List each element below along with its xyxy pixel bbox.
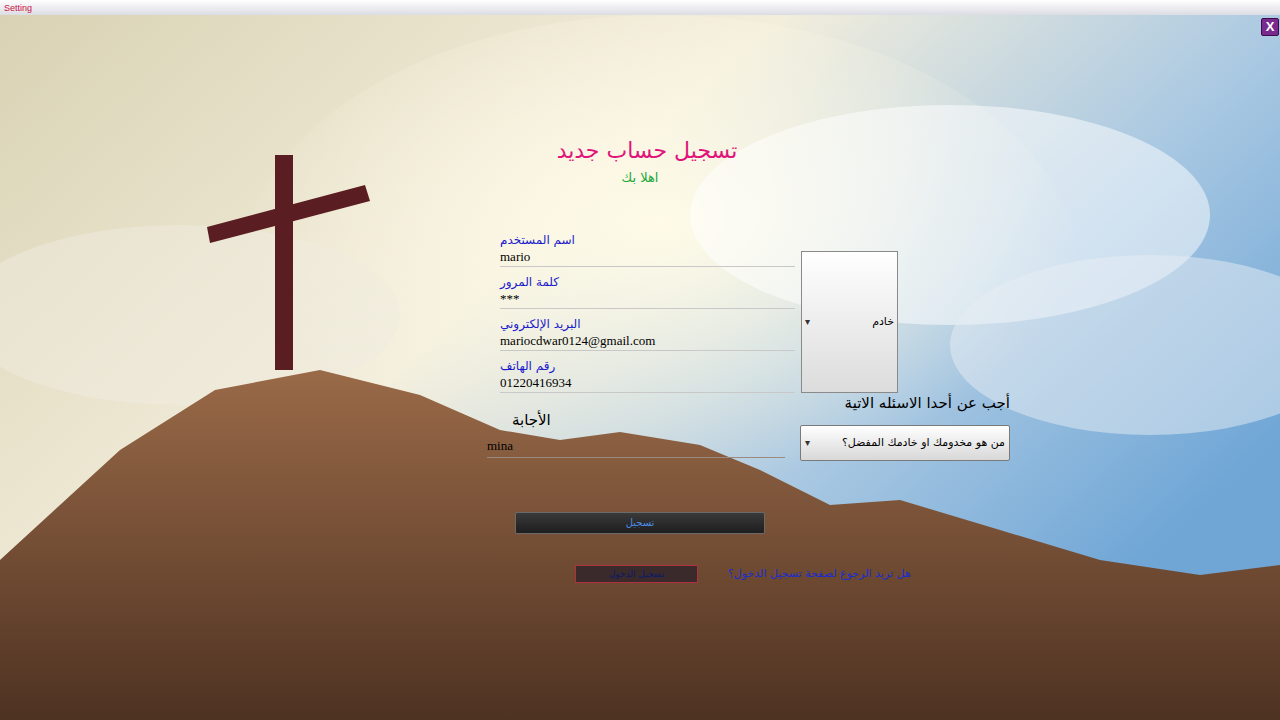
field-label: اسم المستخدم (500, 232, 795, 248)
dropdown-arrow-icon: ▾ (805, 316, 810, 328)
dropdown-arrow-icon: ▾ (805, 437, 810, 449)
field-label: البريد الإلكتروني (500, 316, 795, 332)
field-input[interactable]: mariocdwar0124@gmail.com (500, 332, 795, 351)
close-label: X (1266, 20, 1275, 34)
window-title: Setting (4, 3, 32, 13)
question-row: الأجابة mina أجب عن أحدا الاسئله الاتية … (487, 393, 1280, 461)
field-value: mario (500, 249, 530, 265)
question-prompt: أجب عن أحدا الاسئله الاتية (800, 393, 1010, 413)
field-input[interactable]: 01220416934 (500, 374, 795, 393)
form-title: تسجيل حساب جديد (0, 137, 1280, 165)
field-input[interactable]: mario (500, 248, 795, 267)
answer-field[interactable]: mina (487, 434, 785, 458)
field-value: 01220416934 (500, 375, 572, 391)
login-label: تسجيل الدخول (609, 568, 664, 580)
field-label: كلمة المرور (500, 274, 795, 290)
title-bar: Setting (0, 0, 1280, 15)
background-photo (0, 15, 1280, 720)
role-value: خادم (872, 315, 894, 329)
back-to-login-link[interactable]: هل تريد الرجوع لصفحة تسجيل الدخول؟ (728, 567, 911, 581)
answer-column: الأجابة mina (487, 393, 785, 461)
question-value: من هو مخدومك او خادمك المفضل؟ (842, 436, 1005, 450)
role-dropdown[interactable]: ▾ خادم (801, 251, 898, 393)
main-area: X تسجيل حساب جديد اهلا بك اسم المستخدمma… (0, 15, 1280, 720)
form-field: رقم الهاتف01220416934 (500, 358, 795, 393)
field-input[interactable]: *** (500, 290, 795, 309)
field-label: رقم الهاتف (500, 358, 795, 374)
register-form: تسجيل حساب جديد اهلا بك اسم المستخدمmari… (0, 15, 1280, 583)
close-button[interactable]: X (1261, 18, 1279, 36)
field-value: mariocdwar0124@gmail.com (500, 333, 655, 349)
fields-column: اسم المستخدمmario كلمة المرور*** البريد ال… (500, 232, 795, 393)
form-field: كلمة المرور*** (500, 274, 795, 309)
bottom-row: تسجيل الدخول هل تريد الرجوع لصفحة تسجيل … (575, 565, 1280, 583)
register-label: تسجيل (626, 516, 655, 530)
question-dropdown[interactable]: ▾ من هو مخدومك او خادمك المفضل؟ (800, 425, 1010, 461)
answer-label: الأجابة (487, 410, 785, 430)
field-value: *** (500, 291, 520, 307)
welcome-text: اهلا بك (0, 169, 1280, 187)
question-column: أجب عن أحدا الاسئله الاتية ▾ من هو مخدوم… (800, 393, 1010, 461)
fields-row: اسم المستخدمmario كلمة المرور*** البريد ال… (500, 232, 1280, 393)
register-button[interactable]: تسجيل (515, 512, 765, 534)
form-field: اسم المستخدمmario (500, 232, 795, 267)
form-field: البريد الإلكترونيmariocdwar0124@gmail.co… (500, 316, 795, 351)
answer-value: mina (487, 438, 513, 454)
login-button[interactable]: تسجيل الدخول (575, 565, 698, 583)
